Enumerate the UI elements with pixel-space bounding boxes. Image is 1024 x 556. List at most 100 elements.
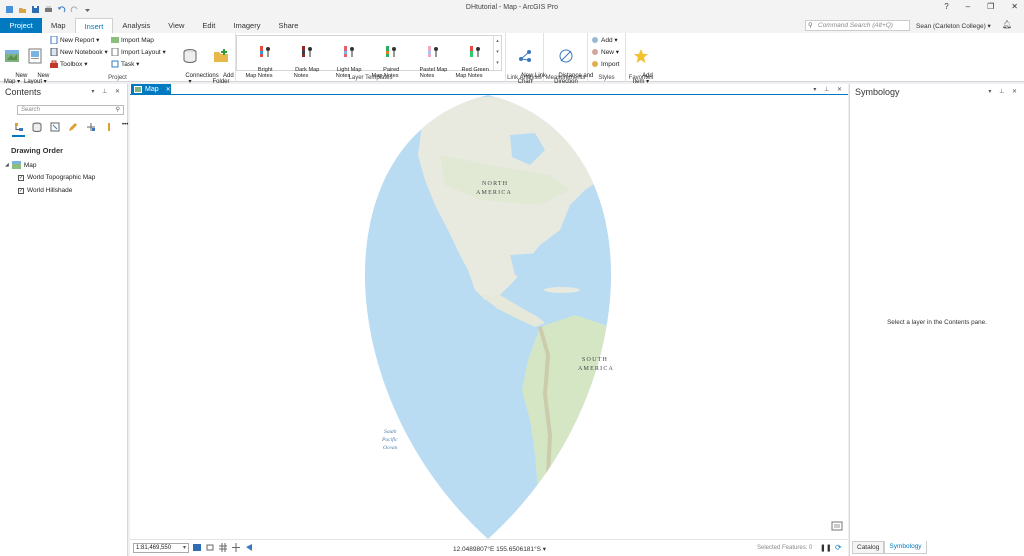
new-style-button[interactable]: New ▾ bbox=[591, 48, 619, 56]
tab-analysis[interactable]: Analysis bbox=[113, 18, 159, 33]
template-dark-map-notes[interactable]: Dark Map Notes bbox=[281, 38, 321, 85]
contents-search-input[interactable]: Search ⚲ bbox=[17, 105, 124, 115]
group-measurements: Distance and Direction Measurements bbox=[544, 33, 593, 85]
symbology-pane-controls[interactable]: ▾ ⊥ ✕ bbox=[988, 88, 1020, 95]
map-view-controls[interactable]: ▾ ⊥ ✕ bbox=[813, 86, 845, 93]
layer-row-world-topographic-map[interactable]: ✓ World Topographic Map bbox=[18, 174, 95, 181]
layer-templates-gallery: Bright Map Notes Dark Map Notes Light Ma… bbox=[236, 35, 502, 79]
pastel-map-notes-icon bbox=[428, 46, 439, 57]
link-chart-icon bbox=[519, 50, 531, 62]
list-by-editing-icon[interactable] bbox=[68, 122, 78, 132]
contents-pane: Contents ▾ ⊥ ✕ Search ⚲ ••• Drawing Orde… bbox=[0, 84, 128, 556]
tab-symbology[interactable]: Symbology bbox=[884, 541, 927, 554]
search-icon: ⚲ bbox=[115, 107, 120, 113]
snapping-icon[interactable] bbox=[232, 543, 240, 552]
light-map-notes-icon bbox=[344, 46, 355, 57]
caribbean-islands bbox=[544, 287, 580, 293]
label-north-america-2: AMERICA bbox=[476, 190, 512, 196]
import-style-button[interactable]: Import bbox=[591, 60, 619, 68]
map-layer-icon bbox=[11, 161, 21, 169]
refresh-icon[interactable]: ⟳ bbox=[835, 543, 842, 552]
group-favorites: Add Item ▾ Favorites bbox=[626, 33, 656, 85]
list-by-labeling-icon[interactable] bbox=[104, 122, 114, 132]
new-report-button[interactable]: New Report ▾ bbox=[50, 36, 99, 44]
list-by-data-source-icon[interactable] bbox=[32, 122, 42, 132]
import-layout-button[interactable]: Import Layout ▾ bbox=[111, 48, 166, 56]
grid-icon[interactable] bbox=[219, 543, 227, 552]
group-label-favorites: Favorites bbox=[628, 75, 654, 81]
map-tab-icon bbox=[134, 85, 142, 93]
layer-row-world-hillshade[interactable]: ✓ World Hillshade bbox=[18, 187, 72, 194]
tab-imagery[interactable]: Imagery bbox=[224, 18, 269, 33]
add-style-icon bbox=[592, 37, 598, 43]
group-link-analysis: New Link Chart Link Analysis bbox=[506, 33, 546, 85]
layer-visibility-checkbox[interactable]: ✓ bbox=[18, 174, 24, 181]
arcgis-pro-window: DHtutorial - Map - ArcGIS Pro ? – ❐ ✕ Pr… bbox=[0, 0, 1024, 556]
collapse-arrow-icon[interactable]: ◢ bbox=[5, 162, 9, 168]
tree-item-map[interactable]: ◢ Map bbox=[5, 161, 37, 169]
bright-map-notes-icon bbox=[260, 46, 271, 57]
tab-share[interactable]: Share bbox=[269, 18, 307, 33]
notebook-icon bbox=[50, 48, 58, 56]
contents-toolbar: ••• bbox=[14, 122, 134, 132]
contents-title: Contents bbox=[5, 87, 42, 97]
tab-view[interactable]: View bbox=[159, 18, 193, 33]
navigation-icon[interactable] bbox=[245, 543, 253, 552]
new-map-icon bbox=[5, 50, 19, 62]
toolbox-button[interactable]: Toolbox ▾ bbox=[50, 60, 87, 68]
paired-map-notes-icon bbox=[386, 46, 397, 57]
folder-icon bbox=[214, 49, 228, 62]
label-north-america-1: NORTH bbox=[482, 181, 508, 187]
command-search-placeholder: Command Search (Alt+Q) bbox=[818, 22, 893, 29]
minimize-button[interactable]: – bbox=[966, 2, 970, 11]
import-map-button[interactable]: Import Map bbox=[111, 36, 154, 44]
tab-insert[interactable]: Insert bbox=[74, 18, 114, 33]
template-red-green-map-notes[interactable]: Red Green Map Notes bbox=[449, 38, 489, 85]
help-button[interactable]: ? bbox=[944, 2, 948, 11]
template-light-map-notes[interactable]: Light Map Notes bbox=[323, 38, 363, 85]
full-extent-icon[interactable] bbox=[206, 543, 214, 552]
tab-catalog[interactable]: Catalog bbox=[852, 541, 885, 554]
gallery-scroll[interactable]: ▴ ▾ ▾ bbox=[493, 36, 501, 70]
greenland-landmass bbox=[560, 95, 612, 130]
list-by-drawing-order-icon[interactable] bbox=[14, 122, 24, 132]
fixed-zoom-in-icon[interactable] bbox=[193, 543, 201, 552]
close-tab-icon[interactable]: ✕ bbox=[166, 86, 171, 93]
command-search-input[interactable]: ⚲ Command Search (Alt+Q) bbox=[805, 20, 910, 31]
group-label-link-analysis: Link Analysis bbox=[507, 75, 542, 81]
tab-edit[interactable]: Edit bbox=[193, 18, 224, 33]
contents-pane-controls[interactable]: ▾ ⊥ ✕ bbox=[91, 88, 123, 95]
map-view-tab[interactable]: Map ✕ bbox=[131, 84, 171, 94]
group-label-measurements: Measurements bbox=[545, 75, 586, 81]
south-america-landmass bbox=[522, 315, 612, 539]
template-bright-map-notes[interactable]: Bright Map Notes bbox=[239, 38, 279, 85]
new-notebook-button[interactable]: New Notebook ▾ bbox=[50, 48, 108, 56]
template-pastel-map-notes[interactable]: Pastel Map Notes bbox=[407, 38, 447, 85]
new-style-icon bbox=[592, 49, 598, 55]
list-by-selection-icon[interactable] bbox=[50, 122, 60, 132]
map-scale-dropdown[interactable]: 1:81,469,550 ▾ bbox=[133, 543, 189, 553]
database-icon bbox=[183, 49, 197, 63]
list-by-snapping-icon[interactable] bbox=[86, 122, 96, 132]
restore-button[interactable]: ❐ bbox=[987, 2, 994, 11]
close-button[interactable]: ✕ bbox=[1011, 2, 1018, 11]
user-account[interactable]: Sean (Carleton College) ▾ bbox=[916, 22, 991, 30]
map-overview-icon[interactable] bbox=[831, 521, 843, 531]
status-bar-tools bbox=[193, 543, 253, 552]
label-south-pacific-3: Ocean bbox=[383, 445, 398, 451]
layer-name: World Hillshade bbox=[27, 187, 73, 194]
task-button[interactable]: Task ▾ bbox=[111, 60, 139, 68]
notification-bell-icon[interactable]: 🔔︎ bbox=[1002, 20, 1012, 29]
window-controls: ? – ❐ ✕ bbox=[944, 2, 1018, 11]
right-pane-tabs: Catalog Symbology bbox=[852, 541, 927, 554]
layer-visibility-checkbox[interactable]: ✓ bbox=[18, 187, 24, 194]
add-style-button[interactable]: Add ▾ bbox=[591, 36, 618, 44]
symbology-message: Select a layer in the Contents pane. bbox=[887, 319, 987, 326]
template-paired-map-notes[interactable]: Paired Map Notes bbox=[365, 38, 405, 85]
search-icon: ⚲ bbox=[808, 22, 813, 29]
tab-project[interactable]: Project bbox=[0, 18, 42, 33]
map-canvas[interactable]: NORTH AMERICA SOUTH AMERICA South Pacifi… bbox=[130, 95, 848, 539]
map-coordinates[interactable]: 12.0489807°E 155.6506181°S ▾ bbox=[453, 545, 546, 553]
pause-drawing-button[interactable]: ❚❚ bbox=[820, 544, 832, 552]
tab-map[interactable]: Map bbox=[42, 18, 75, 33]
